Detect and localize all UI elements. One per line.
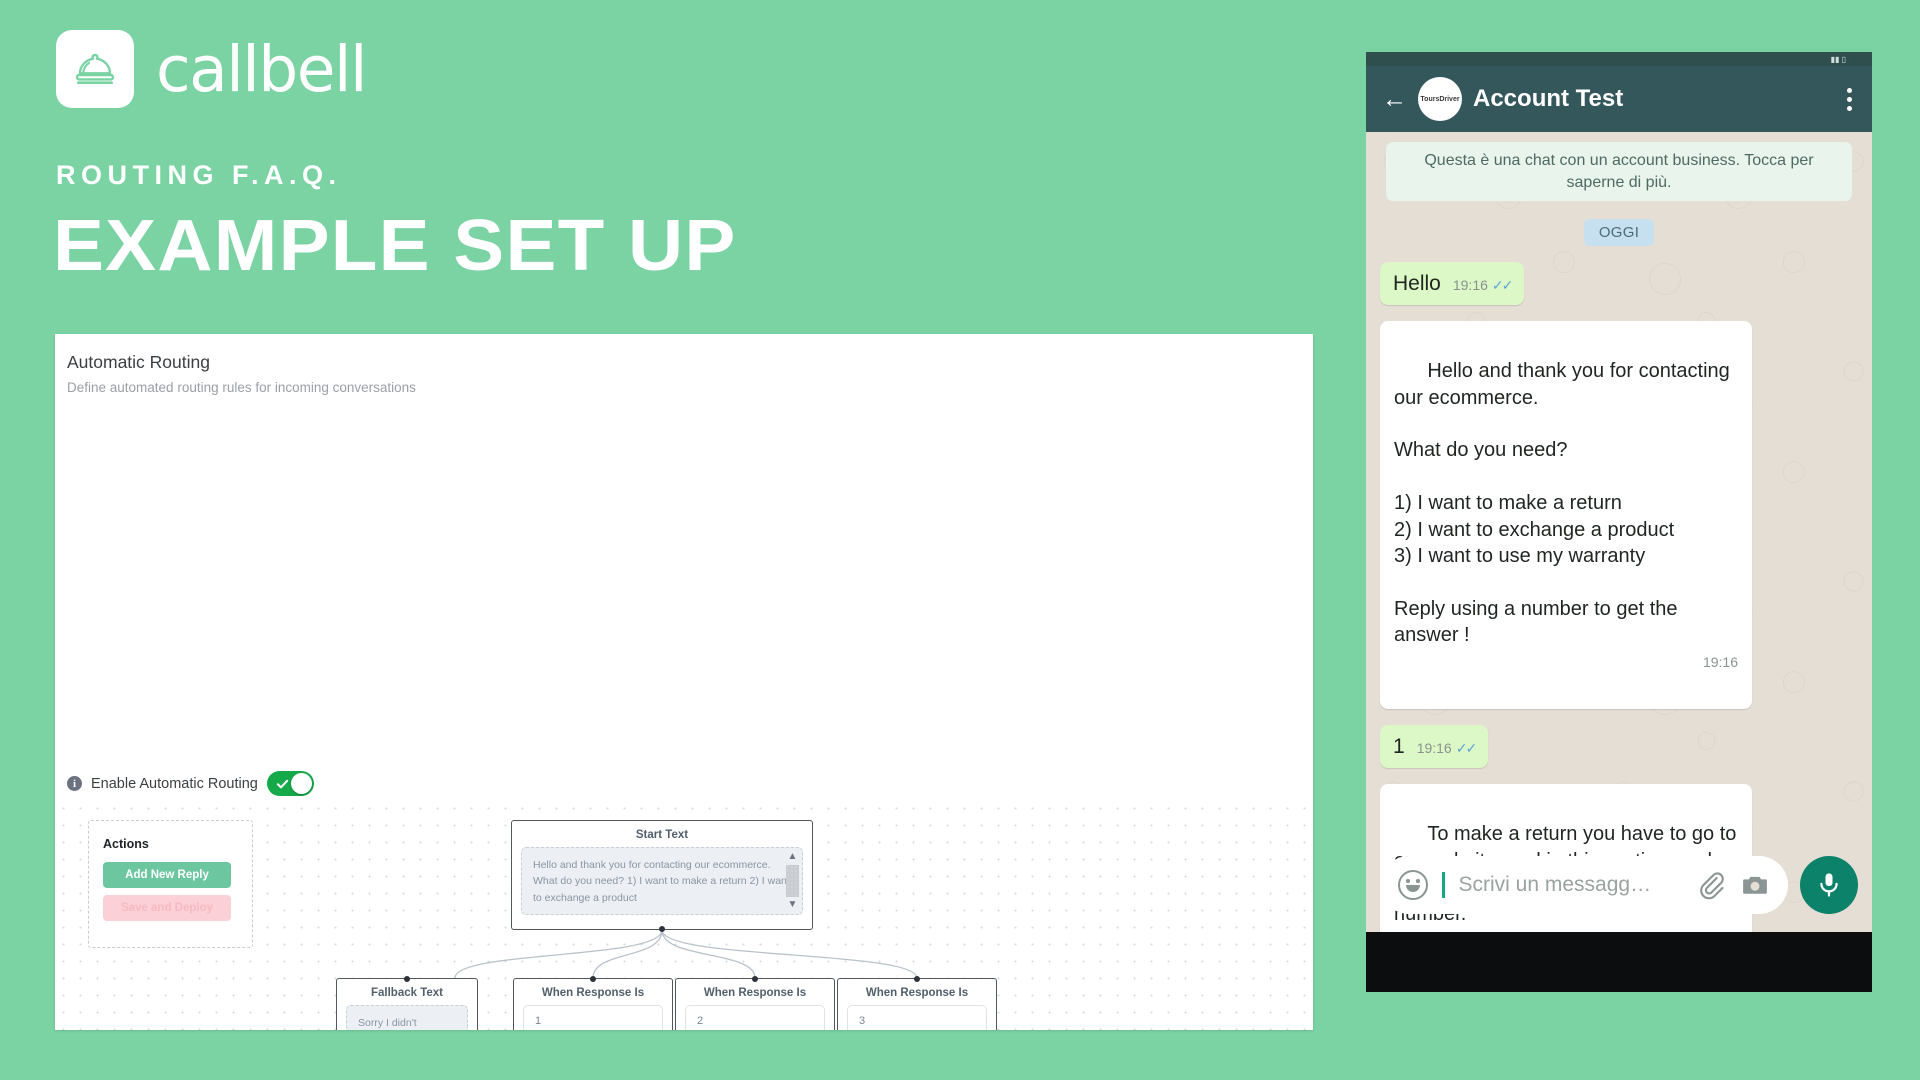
toggle-knob — [290, 773, 312, 794]
chat-composer: Scrivi un messagg… — [1366, 856, 1872, 914]
message-time: 19:16 — [1416, 740, 1452, 757]
callbell-logo — [56, 30, 134, 108]
avatar-label: ToursDriver — [1420, 95, 1460, 103]
read-receipt-icon: ✓✓ — [1491, 277, 1514, 294]
chat-bubble-incoming[interactable]: Hello and thank you for contacting our e… — [1380, 320, 1752, 710]
message-text: Hello and thank you for contacting our e… — [1394, 360, 1730, 647]
message-input-bar[interactable]: Scrivi un messagg… — [1380, 856, 1788, 914]
emoji-icon[interactable] — [1398, 870, 1428, 900]
message-meta: 19:16 ✓✓ — [1416, 739, 1478, 757]
node-handle — [752, 976, 758, 982]
message-time: 19:16 — [1702, 653, 1738, 670]
camera-icon[interactable] — [1740, 870, 1770, 900]
brand-header: callbell — [56, 30, 368, 108]
add-new-reply-button[interactable]: Add New Reply — [103, 862, 231, 888]
node-handle — [404, 976, 410, 982]
voice-record-button[interactable] — [1800, 856, 1858, 914]
start-text-value: Hello and thank you for contacting our e… — [533, 859, 790, 904]
when-response-input-1[interactable]: 1 — [523, 1005, 663, 1030]
microphone-icon — [1820, 873, 1838, 897]
overflow-menu-icon[interactable] — [1847, 87, 1856, 111]
service-bell-icon — [75, 53, 115, 84]
text-caret — [1442, 872, 1445, 898]
start-text-scrollbar[interactable]: ▲ ▼ — [786, 852, 799, 910]
phone-status-bar: ▮▮ ▯ — [1366, 52, 1872, 66]
app-heading: Automatic Routing — [67, 352, 210, 372]
node-fallback-text[interactable]: Fallback Text Sorry I didn't understand … — [336, 976, 478, 1030]
paperclip-icon[interactable] — [1696, 870, 1726, 900]
app-subheading: Define automated routing rules for incom… — [67, 380, 416, 395]
back-arrow-icon[interactable]: ← — [1382, 86, 1407, 112]
enable-automatic-routing-label: Enable Automatic Routing — [91, 775, 258, 792]
node-fallback-text-title: Fallback Text — [370, 987, 443, 999]
save-and-deploy-button[interactable]: Save and Deploy — [103, 895, 231, 921]
chat-contact-name: Account Test — [1473, 85, 1624, 112]
check-icon — [276, 779, 289, 788]
chat-bubble-outgoing[interactable]: Hello 19:16 ✓✓ — [1380, 262, 1525, 305]
brand-wordmark: callbell — [156, 32, 368, 106]
business-account-notice[interactable]: Questa è una chat con un account busines… — [1386, 142, 1852, 202]
enable-automatic-routing-toggle[interactable] — [266, 771, 314, 796]
fallback-text-value: Sorry I didn't understand the message. — [358, 1017, 417, 1029]
start-text-textarea[interactable]: Hello and thank you for contacting our e… — [521, 847, 803, 915]
message-text: 1 — [1393, 735, 1405, 759]
enable-automatic-routing-row[interactable]: i Enable Automatic Routing — [67, 771, 314, 796]
node-handle — [914, 976, 920, 982]
node-when-response-is-3[interactable]: When Response Is 3 — [837, 976, 997, 1030]
scrollbar-thumb[interactable] — [786, 865, 799, 897]
message-meta: 19:16 ✓✓ — [1452, 276, 1514, 294]
node-start-text-title: Start Text — [635, 829, 689, 841]
routing-flow-canvas[interactable]: Actions Add New Reply Save and Deploy St… — [55, 800, 1313, 1030]
actions-panel-title: Actions — [103, 837, 149, 851]
read-receipt-icon: ✓✓ — [1455, 740, 1478, 757]
scroll-down-icon[interactable]: ▼ — [788, 900, 798, 910]
when-response-title-3: When Response Is — [865, 987, 969, 999]
info-icon: i — [67, 776, 82, 791]
chat-header: ← ToursDriver Account Test — [1366, 66, 1872, 132]
when-response-input-3[interactable]: 3 — [847, 1005, 987, 1030]
scroll-up-icon[interactable]: ▲ — [788, 852, 798, 862]
when-response-input-2[interactable]: 2 — [685, 1005, 825, 1030]
fallback-text-textarea[interactable]: Sorry I didn't understand the message. — [346, 1005, 468, 1030]
message-time: 19:16 — [1452, 277, 1488, 294]
page-kicker: ROUTING F.A.Q. — [56, 160, 342, 190]
avatar[interactable]: ToursDriver — [1418, 77, 1462, 121]
day-divider: OGGI — [1583, 219, 1655, 247]
node-handle — [590, 976, 596, 982]
chat-bubble-outgoing[interactable]: 1 19:16 ✓✓ — [1380, 725, 1489, 769]
node-handle — [659, 926, 665, 932]
status-bar-icons: ▮▮ ▯ — [1830, 54, 1846, 64]
message-input-placeholder[interactable]: Scrivi un messagg… — [1459, 873, 1683, 897]
node-when-response-is-1[interactable]: When Response Is 1 — [513, 976, 673, 1030]
chat-message-list[interactable]: Questa è una chat con un account busines… — [1366, 132, 1872, 932]
automatic-routing-screenshot: Automatic Routing Define automated routi… — [55, 334, 1313, 1030]
page-title: EXAMPLE SET UP — [53, 206, 737, 286]
node-when-response-is-2[interactable]: When Response Is 2 — [675, 976, 835, 1030]
whatsapp-phone-mockup: ▮▮ ▯ ← ToursDriver Account Test Questa è… — [1366, 52, 1872, 992]
when-response-title-1: When Response Is — [541, 987, 645, 999]
when-response-title-2: When Response Is — [703, 987, 807, 999]
node-start-text[interactable]: Start Text Hello and thank you for conta… — [511, 820, 813, 932]
actions-panel: Actions Add New Reply Save and Deploy — [88, 820, 253, 948]
message-text: Hello — [1393, 272, 1441, 296]
